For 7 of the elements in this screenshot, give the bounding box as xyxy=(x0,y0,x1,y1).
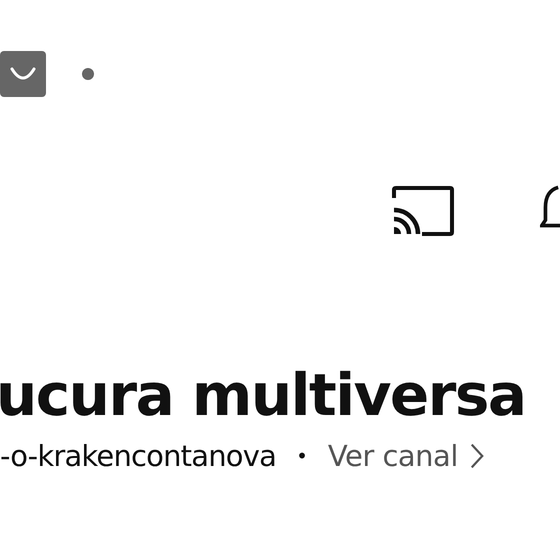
chevron-icon[interactable] xyxy=(470,441,484,471)
shopping-bag-icon[interactable] xyxy=(0,51,46,97)
cast-icon[interactable] xyxy=(392,186,454,236)
separator-dot: • xyxy=(296,443,308,470)
channel-name: -o-krakencontanova xyxy=(0,438,276,475)
view-channel-link[interactable]: Ver canal xyxy=(328,436,458,476)
video-title: ucura multiversa xyxy=(0,362,527,428)
